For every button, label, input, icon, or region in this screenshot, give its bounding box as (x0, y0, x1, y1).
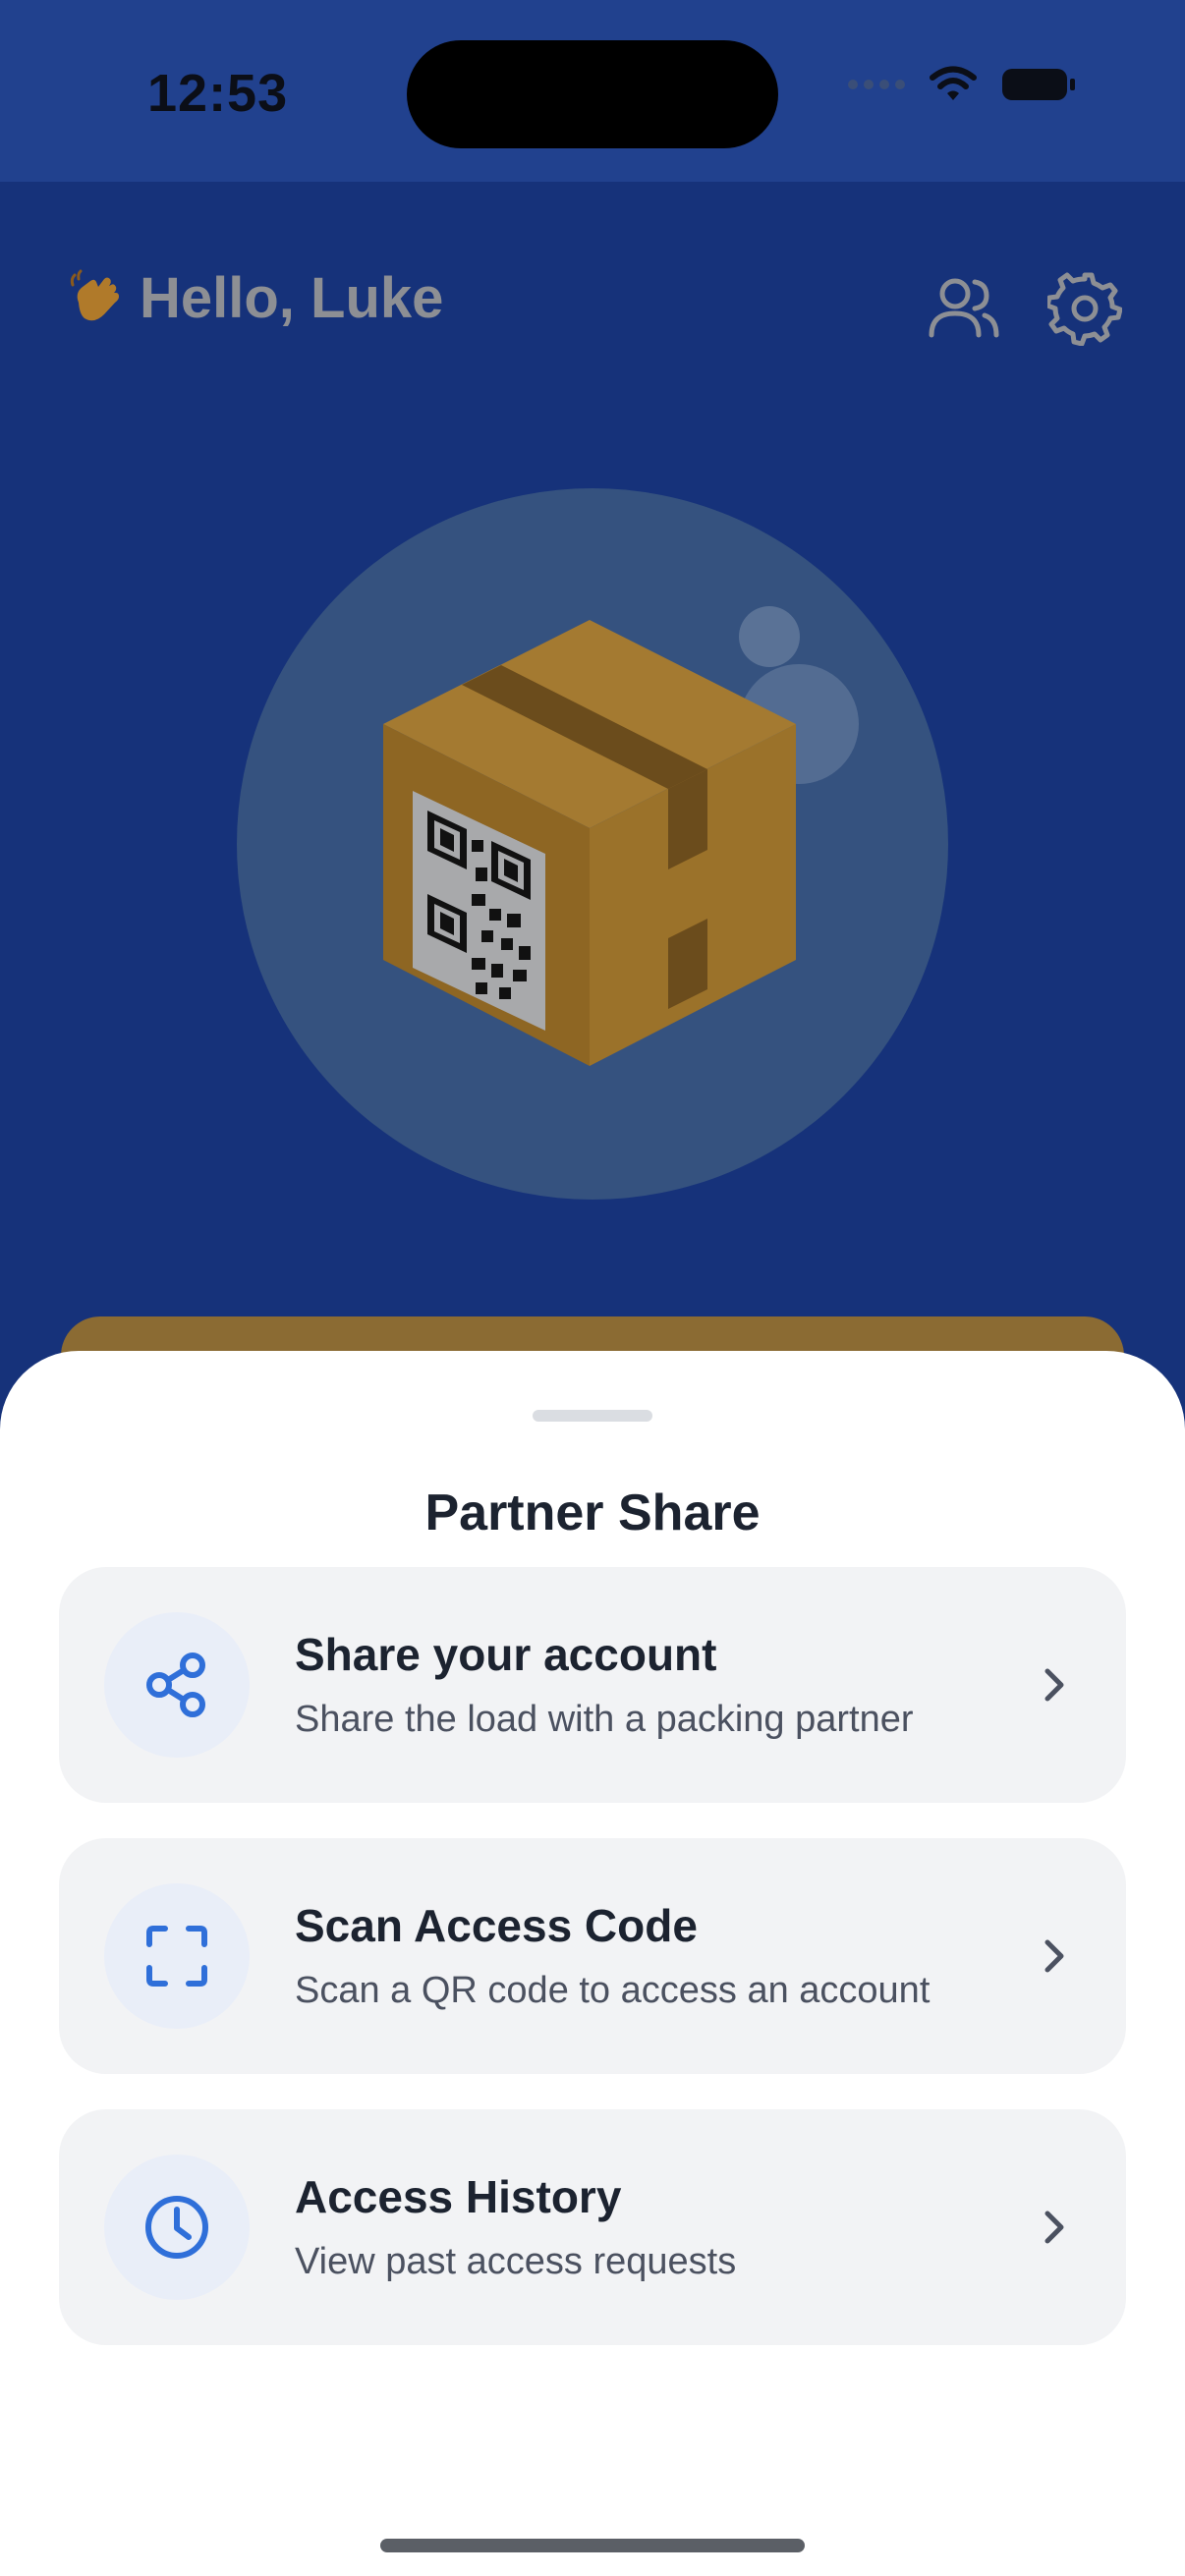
header-actions (926, 271, 1122, 346)
chevron-right-icon (1044, 1939, 1064, 1973)
option-icon-circle (104, 1612, 250, 1758)
option-icon-circle (104, 1883, 250, 2029)
partners-button[interactable] (926, 271, 1000, 346)
option-title: Access History (295, 2171, 622, 2222)
home-indicator[interactable] (380, 2539, 805, 2552)
greeting: Hello, Luke (65, 265, 443, 331)
gear-icon (1047, 272, 1122, 346)
scan-icon (146, 1926, 207, 1987)
wifi-icon (930, 66, 977, 100)
battery-icon (1002, 69, 1075, 100)
clock-icon (145, 2196, 208, 2259)
chevron-right-icon (1044, 1668, 1064, 1702)
status-time: 12:53 (147, 64, 289, 123)
sheet-grabber[interactable] (533, 1410, 652, 1422)
qr-box-illustration (383, 620, 796, 1066)
scan-access-code-option[interactable]: Scan Access Code Scan a QR code to acces… (59, 1838, 1126, 2074)
signal-dots-icon (848, 80, 905, 89)
waving-hand-icon (70, 269, 119, 320)
option-title: Share your account (295, 1629, 717, 1680)
option-title: Scan Access Code (295, 1900, 698, 1951)
option-icon-circle (104, 2155, 250, 2300)
option-subtitle: Share the load with a packing partner (295, 1699, 914, 1740)
users-icon (929, 278, 999, 338)
sheet-title: Partner Share (424, 1484, 761, 1541)
share-account-option[interactable]: Share your account Share the load with a… (59, 1567, 1126, 1803)
status-indicators (847, 65, 1077, 104)
share-icon (146, 1652, 205, 1717)
dynamic-island (407, 40, 778, 148)
settings-button[interactable] (1047, 271, 1122, 346)
option-subtitle: Scan a QR code to access an account (295, 1970, 931, 2011)
access-history-option[interactable]: Access History View past access requests (59, 2109, 1126, 2345)
chevron-right-icon (1044, 2211, 1064, 2244)
partner-share-sheet: Partner Share Share your account Share t… (0, 1351, 1185, 2576)
option-subtitle: View past access requests (295, 2241, 737, 2282)
greeting-text: Hello, Luke (140, 266, 444, 330)
status-bar: 12:53 (0, 0, 1185, 182)
